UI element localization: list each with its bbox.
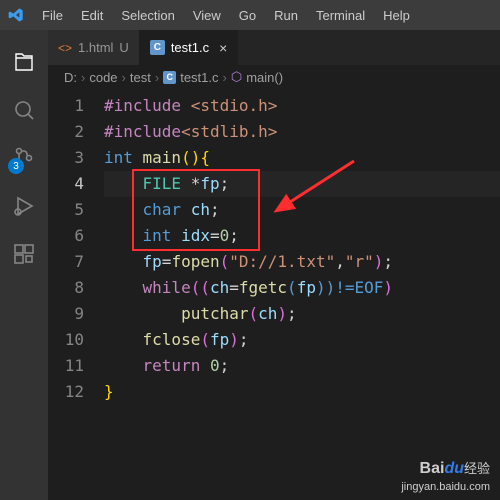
code-line: #include<stdlib.h>: [104, 119, 500, 145]
menu-file[interactable]: File: [34, 4, 71, 27]
menu-help[interactable]: Help: [375, 4, 418, 27]
tab-test1-c[interactable]: C test1.c ×: [140, 30, 238, 65]
bc-folder: test: [130, 70, 151, 85]
scm-badge: 3: [8, 158, 24, 174]
code-line: fclose(fp);: [104, 327, 500, 353]
chevron-right-icon: ›: [155, 70, 159, 85]
c-file-icon: C: [150, 40, 165, 55]
code-content[interactable]: #include <stdio.h> #include<stdlib.h> in…: [104, 93, 500, 500]
vscode-logo-icon: [8, 6, 26, 24]
breadcrumb[interactable]: D: › code › test › C test1.c › ⬡ main(): [48, 65, 500, 89]
tab-bar: <> 1.html U C test1.c ×: [48, 30, 500, 65]
menu-view[interactable]: View: [185, 4, 229, 27]
line-number: 10: [48, 327, 84, 353]
titlebar: File Edit Selection View Go Run Terminal…: [0, 0, 500, 30]
cube-icon: ⬡: [231, 69, 242, 85]
line-number: 2: [48, 119, 84, 145]
html-file-icon: <>: [58, 41, 72, 55]
chevron-right-icon: ›: [223, 70, 227, 85]
code-line: putchar(ch);: [104, 301, 500, 327]
source-control-icon[interactable]: 3: [0, 134, 48, 182]
code-line: #include <stdio.h>: [104, 93, 500, 119]
tab-modified-indicator: U: [119, 40, 128, 55]
workspace: 3 <> 1.html U C test1.c × D: › code ›: [0, 30, 500, 500]
line-number: 8: [48, 275, 84, 301]
menu-terminal[interactable]: Terminal: [308, 4, 373, 27]
search-icon[interactable]: [0, 86, 48, 134]
code-line: char ch;: [104, 197, 500, 223]
line-gutter: 1 2 3 4 5 6 7 8 9 10 11 12: [48, 93, 104, 500]
menu-run[interactable]: Run: [266, 4, 306, 27]
bc-symbol: main(): [246, 70, 283, 85]
extensions-icon[interactable]: [0, 230, 48, 278]
watermark: Baidu经验 jingyan.baidu.com: [401, 459, 490, 494]
code-line: while((ch=fgetc(fp))!=EOF): [104, 275, 500, 301]
line-number: 6: [48, 223, 84, 249]
code-line: FILE *fp;: [104, 171, 500, 197]
run-debug-icon[interactable]: [0, 182, 48, 230]
code-line: }: [104, 379, 500, 405]
line-number: 4: [48, 171, 84, 197]
menu-edit[interactable]: Edit: [73, 4, 111, 27]
c-file-icon: C: [163, 71, 176, 84]
line-number: 1: [48, 93, 84, 119]
code-line: int idx=0;: [104, 223, 500, 249]
line-number: 7: [48, 249, 84, 275]
activity-bar: 3: [0, 30, 48, 500]
chevron-right-icon: ›: [122, 70, 126, 85]
code-line: int main(){: [104, 145, 500, 171]
line-number: 12: [48, 379, 84, 405]
bc-folder: code: [89, 70, 117, 85]
line-number: 5: [48, 197, 84, 223]
tab-label: 1.html: [78, 40, 113, 55]
menu-go[interactable]: Go: [231, 4, 264, 27]
tab-1-html[interactable]: <> 1.html U: [48, 30, 140, 65]
line-number: 9: [48, 301, 84, 327]
line-number: 11: [48, 353, 84, 379]
bc-file: test1.c: [180, 70, 218, 85]
menu-bar: File Edit Selection View Go Run Terminal…: [34, 4, 418, 27]
code-line: return 0;: [104, 353, 500, 379]
bc-drive: D:: [64, 70, 77, 85]
tab-label: test1.c: [171, 40, 209, 55]
editor-area: <> 1.html U C test1.c × D: › code › test…: [48, 30, 500, 500]
close-icon[interactable]: ×: [219, 40, 227, 56]
code-line: fp=fopen("D://1.txt","r");: [104, 249, 500, 275]
explorer-icon[interactable]: [0, 38, 48, 86]
line-number: 3: [48, 145, 84, 171]
menu-selection[interactable]: Selection: [113, 4, 182, 27]
code-editor[interactable]: 1 2 3 4 5 6 7 8 9 10 11 12 #include <std…: [48, 89, 500, 500]
chevron-right-icon: ›: [81, 70, 85, 85]
